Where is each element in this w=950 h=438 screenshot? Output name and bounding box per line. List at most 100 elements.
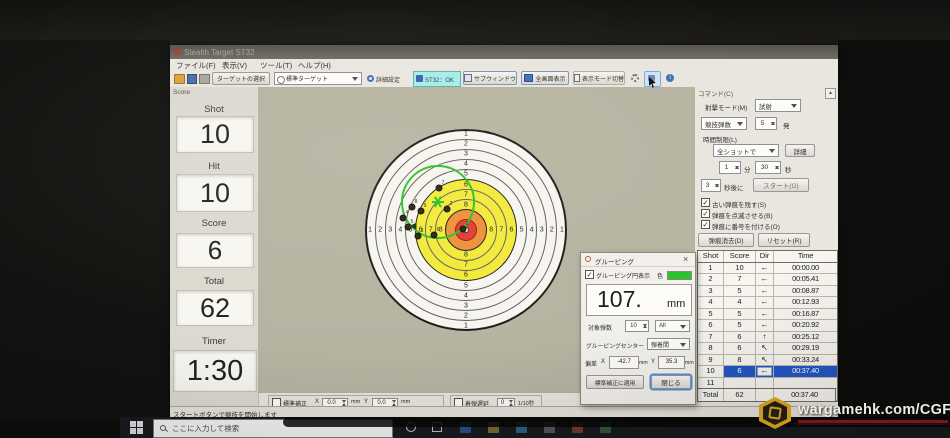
reset-button[interactable]: リセット(R) (758, 233, 810, 247)
score-panel-title: Score (173, 89, 190, 96)
cell-time (774, 378, 837, 389)
table-row-shot-1[interactable]: 1 10 ← 00:00.00 (698, 262, 837, 274)
target-shots-stepper[interactable]: 10 (625, 320, 649, 332)
watermark: wargamehk.com/CGF (758, 394, 950, 438)
color-label: 色 (657, 274, 664, 280)
blink-holes-label: 弾痕を点滅させる(B) (712, 213, 773, 220)
view-mode-button[interactable]: 表示モード切替 (573, 71, 625, 85)
collapse-icon[interactable]: ▴ (825, 88, 836, 99)
grouping-dialog-titlebar[interactable]: グルーピング × (581, 253, 695, 267)
cell-score (724, 377, 756, 388)
windows-start-button[interactable] (130, 421, 143, 434)
seconds-stepper[interactable]: 30 (755, 161, 781, 174)
total-row-score: 62 (724, 389, 756, 401)
save-icon[interactable] (187, 74, 197, 84)
cell-time: 00:16.87 (792, 308, 819, 318)
detail-settings-icon (367, 75, 374, 82)
dialog-icon (585, 256, 591, 262)
cell-time: 00:37.40 (774, 366, 837, 377)
cell-time: 00:20.92 (792, 320, 819, 329)
show-circle-checkbox[interactable]: ✓ (585, 270, 594, 279)
print-icon[interactable] (199, 74, 210, 84)
table-row-shot-2[interactable]: 2 7 ← 00:05.41 (698, 274, 837, 286)
grouping-center-combo[interactable]: 弾着間 (647, 338, 690, 350)
number-holes-checkbox[interactable]: ✓ (701, 220, 710, 229)
grouping-dialog: グルーピング × ✓ グルーピング円表示 色 107. mm 対象弾数 10 A… (580, 252, 696, 405)
y-mm-label: mm (401, 399, 411, 405)
watermark-logo-icon (758, 396, 792, 430)
dev-y-value[interactable]: 35.3 (658, 356, 685, 369)
subwindow-button[interactable]: サブウィンドウ (463, 71, 517, 85)
seconds-unit: 秒 (785, 167, 792, 174)
time-scope-combo[interactable]: 全ショットで (713, 144, 779, 157)
gear-icon[interactable] (631, 74, 639, 82)
x-mm-label: mm (351, 399, 361, 405)
table-row-shot-10[interactable]: 10 6 ← 00:37.40 (698, 366, 837, 378)
cell-dir: ← (756, 320, 774, 331)
grouping-dialog-title: グルーピング (595, 259, 634, 266)
hit-value: 10 (176, 174, 254, 212)
score-value: 6 (176, 233, 254, 268)
fullscreen-button[interactable]: 全画面表示 (521, 71, 569, 85)
fullscreen-icon (524, 74, 534, 82)
search-icon-handle (164, 429, 169, 433)
keep-old-holes-checkbox[interactable]: ✓ (701, 198, 710, 207)
table-row-shot-8[interactable]: 8 6 ↖ 00:29.19 (698, 343, 837, 355)
dialog-close-button[interactable]: 閉じる (651, 375, 691, 389)
shot-number-label: 8 (414, 199, 418, 205)
table-row-shot-7[interactable]: 7 6 ↑ 00:25.12 (698, 331, 837, 343)
target-combo[interactable]: 標準ターゲット (274, 72, 362, 85)
search-placeholder: ここに入力して検索 (172, 424, 240, 433)
cell-dir: ↑ (756, 331, 774, 342)
time-detail-button[interactable]: 詳細 (785, 144, 815, 157)
shot-number-label: 6 (436, 227, 440, 233)
cell-dir: ↖ (756, 343, 774, 354)
info-icon[interactable]: i (666, 74, 674, 82)
open-icon[interactable] (174, 74, 185, 84)
timer-label: Timer (202, 336, 226, 347)
cell-time: 00:33.24 (792, 354, 819, 364)
table-row-shot-6[interactable]: 6 5 ← 00:20.92 (698, 320, 837, 332)
color-swatch[interactable] (667, 271, 692, 280)
table-row-shot-9[interactable]: 9 8 ↖ 00:33.24 (698, 354, 837, 366)
app-icon (174, 49, 180, 55)
table-row-shot-5[interactable]: 5 5 ← 00:16.87 (698, 308, 837, 320)
countdown-stepper[interactable]: 3 (701, 179, 721, 192)
detail-settings-button[interactable]: 詳細設定 (376, 75, 400, 84)
minutes-stepper[interactable]: 1 (719, 161, 741, 174)
desktop-dark-right (838, 40, 950, 418)
window-title: Stealth Target ST32 (184, 48, 255, 57)
x-label: X (315, 399, 320, 405)
cell-score: 6 (724, 366, 756, 377)
table-row-shot-3[interactable]: 3 5 ← 00:08.87 (698, 285, 837, 297)
fire-mode-label: 射撃モード(M) (705, 105, 748, 112)
time-limit-label: 時間制限(L) (703, 137, 737, 144)
close-icon[interactable]: × (683, 254, 688, 264)
cell-score: 5 (724, 320, 756, 331)
clear-holes-button[interactable]: 弾痕消去(D) (698, 233, 754, 247)
fire-mode-combo[interactable]: 試射 (755, 99, 801, 112)
cell-score: 5 (724, 285, 756, 296)
grouping-value: 107. (597, 286, 642, 312)
apply-correction-button[interactable]: 標準補正に適用 (586, 375, 644, 389)
shots-count-stepper[interactable]: 5 (755, 117, 777, 130)
target-select-button[interactable]: ターゲットの選択 (212, 72, 270, 85)
link-icon (416, 75, 423, 82)
latest-shot-marker-icon: ◀ (409, 220, 417, 231)
dev-x-value[interactable]: -42.7 (609, 356, 639, 369)
blink-holes-checkbox[interactable]: ✓ (701, 209, 710, 218)
table-row-shot-4[interactable]: 4 4 ← 00:12.93 (698, 297, 837, 309)
cell-shot: 2 (698, 274, 724, 285)
deviation-label: 偏差 (585, 362, 598, 368)
cell-shot: 10 (698, 366, 724, 377)
cell-score: 10 (724, 262, 756, 273)
cell-shot: 6 (698, 320, 724, 331)
cell-dir: ← (756, 285, 774, 296)
cell-score: 6 (724, 343, 756, 354)
cell-shot: 11 (698, 377, 724, 388)
cell-score: 8 (724, 354, 756, 365)
title-bar[interactable]: Stealth Target ST32 (170, 45, 838, 59)
start-button[interactable]: スタート(G) (753, 178, 809, 192)
shots-count-combo[interactable]: 競技弾数 (701, 117, 747, 130)
shots-filter-combo[interactable]: All (655, 320, 690, 332)
